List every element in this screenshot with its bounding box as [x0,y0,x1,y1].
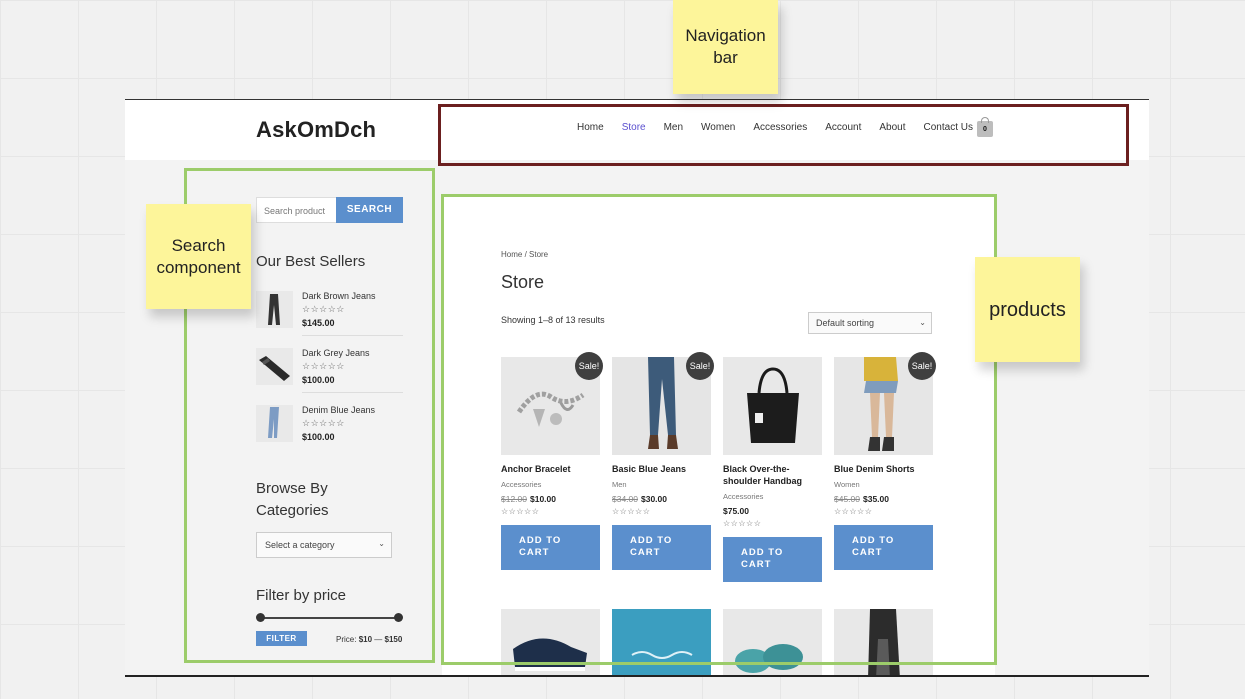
navigation-bar-highlight [438,104,1129,166]
products-sticky-note: products [975,257,1080,362]
site-logo[interactable]: AskOmDch [256,117,376,143]
search-component-sticky-note: Search component [146,204,251,309]
products-highlight [441,194,997,665]
navigation-bar-sticky-note: Navigation bar [673,0,778,94]
